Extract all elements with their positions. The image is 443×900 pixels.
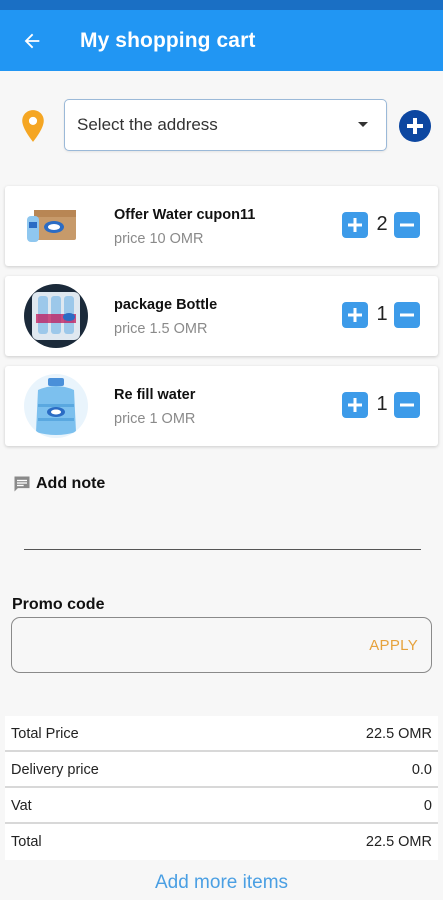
location-pin-icon <box>22 110 44 142</box>
address-placeholder: Select the address <box>77 115 218 134</box>
item-name: package Bottle <box>114 297 218 313</box>
quantity-value: 2 <box>376 213 388 235</box>
app-bar: My shopping cart <box>0 10 443 71</box>
cart-list: Offer Water cupon11 price 10 OMR 2 packa… <box>5 186 438 456</box>
minus-icon <box>400 313 414 317</box>
comment-icon <box>14 476 30 492</box>
back-button[interactable] <box>4 10 60 71</box>
increase-quantity-button[interactable] <box>342 302 368 328</box>
summary-row-total-price: Total Price 22.5 OMR <box>5 716 438 752</box>
decrease-quantity-button[interactable] <box>394 392 420 418</box>
plus-icon <box>348 398 362 412</box>
address-row: Select the address <box>0 99 443 151</box>
note-input-underline[interactable] <box>24 549 421 550</box>
add-note-button[interactable]: Add note <box>12 474 105 494</box>
plus-circle-icon <box>407 118 423 134</box>
summary-row-vat: Vat 0 <box>5 788 438 824</box>
product-image-bottle-package <box>24 284 88 348</box>
cart-item: package Bottle price 1.5 OMR 1 <box>5 276 438 356</box>
summary-row-delivery-price: Delivery price 0.0 <box>5 752 438 788</box>
add-note-label: Add note <box>36 475 106 492</box>
summary-value: 0.0 <box>411 762 432 778</box>
apply-promo-button[interactable]: APPLY <box>369 637 418 654</box>
quantity-value: 1 <box>376 303 388 325</box>
arrow-left-icon <box>24 33 40 48</box>
page-title: My shopping cart <box>80 28 256 52</box>
item-price: price 1 OMR <box>114 411 196 427</box>
summary-row-total: Total 22.5 OMR <box>5 824 438 860</box>
price-summary: Total Price 22.5 OMR Delivery price 0.0 … <box>5 716 438 860</box>
summary-label: Delivery price <box>11 762 99 778</box>
item-price: price 1.5 OMR <box>114 321 208 337</box>
cart-item: Offer Water cupon11 price 10 OMR 2 <box>5 186 438 266</box>
decrease-quantity-button[interactable] <box>394 302 420 328</box>
add-address-button[interactable] <box>399 110 431 142</box>
summary-value: 22.5 OMR <box>365 834 432 850</box>
status-bar <box>0 0 443 10</box>
minus-icon <box>400 403 414 407</box>
cart-item: Re fill water price 1 OMR 1 <box>5 366 438 446</box>
summary-value: 22.5 OMR <box>365 726 432 742</box>
summary-label: Vat <box>11 798 32 814</box>
item-price: price 10 OMR <box>114 231 204 247</box>
caret-down-icon <box>358 122 368 127</box>
promo-code-field[interactable]: APPLY <box>11 617 432 673</box>
add-more-items-link[interactable]: Add more items <box>0 872 443 894</box>
item-name: Offer Water cupon11 <box>114 207 256 223</box>
plus-icon <box>348 218 362 232</box>
increase-quantity-button[interactable] <box>342 212 368 238</box>
summary-label: Total <box>11 834 42 850</box>
increase-quantity-button[interactable] <box>342 392 368 418</box>
item-name: Re fill water <box>114 387 196 403</box>
summary-value: 0 <box>423 798 432 814</box>
product-image-water-pack <box>24 194 88 258</box>
quantity-value: 1 <box>376 393 388 415</box>
summary-label: Total Price <box>11 726 79 742</box>
plus-icon <box>348 308 362 322</box>
address-dropdown[interactable]: Select the address <box>64 99 387 151</box>
promo-code-label: Promo code <box>12 596 105 613</box>
minus-icon <box>400 223 414 227</box>
decrease-quantity-button[interactable] <box>394 212 420 238</box>
product-image-refill-jug <box>24 374 88 438</box>
